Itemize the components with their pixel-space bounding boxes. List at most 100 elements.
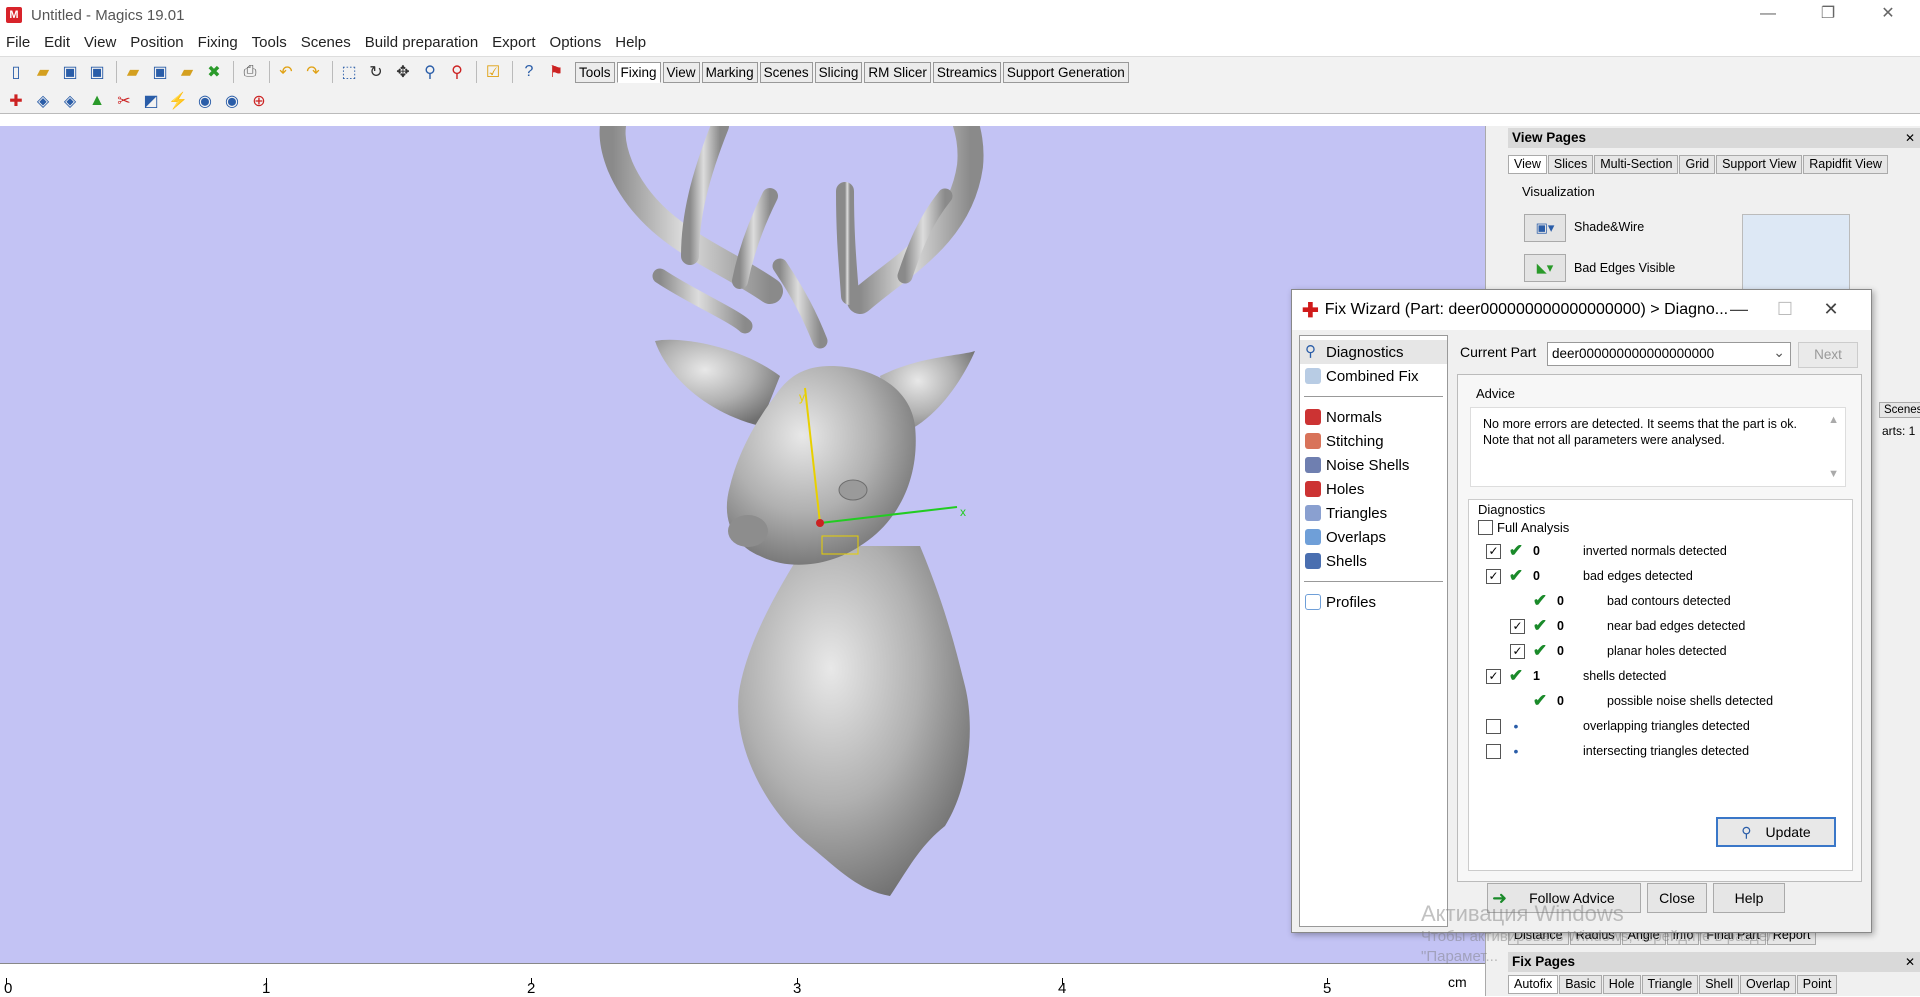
nav-normals[interactable]: Normals [1300, 405, 1447, 429]
triangle-icon[interactable]: ▲ [85, 89, 109, 113]
select-icon[interactable]: ⬚ [337, 60, 361, 84]
3d-viewport[interactable]: y x [0, 126, 1485, 963]
hole-fill-icon[interactable]: ◉ [193, 89, 217, 113]
menu-edit[interactable]: Edit [44, 34, 70, 51]
tab-hole[interactable]: Hole [1602, 975, 1641, 994]
nav-noise-shells[interactable]: Noise Shells [1300, 453, 1447, 477]
next-button[interactable]: Next [1798, 342, 1858, 368]
checklist-icon[interactable]: ☑ [481, 60, 505, 84]
tab-streamics[interactable]: Streamics [932, 61, 1001, 83]
tab-overlap[interactable]: Overlap [1740, 975, 1796, 994]
nav-holes[interactable]: Holes [1300, 477, 1447, 501]
dialog-minimize-button[interactable]: — [1716, 290, 1762, 330]
undo-icon[interactable]: ↶ [274, 60, 298, 84]
load-scene-icon[interactable]: ▰ [175, 60, 199, 84]
diagnostic-checkbox[interactable]: ✓ [1486, 668, 1501, 684]
view-cube[interactable] [1742, 214, 1850, 294]
tab-slicing[interactable]: Slicing [814, 61, 863, 83]
panel-close-icon[interactable]: ✕ [1905, 128, 1915, 148]
full-analysis-checkbox[interactable] [1478, 520, 1493, 535]
rotate-view-icon[interactable]: ↻ [364, 60, 388, 84]
save-part-icon[interactable]: ▣ [148, 60, 172, 84]
tab-autofix[interactable]: Autofix [1508, 975, 1559, 994]
bad-edges-button[interactable]: ◣▾ [1524, 254, 1566, 282]
save-all-icon[interactable]: ▣ [85, 60, 109, 84]
import-part-icon[interactable]: ▰ [121, 60, 145, 84]
tab-scenes[interactable]: Scenes [759, 61, 813, 83]
nav-shells[interactable]: Shells [1300, 549, 1447, 573]
current-part-select[interactable]: deer000000000000000000 ⌄ [1547, 342, 1791, 366]
menu-build-preparation[interactable]: Build preparation [365, 34, 478, 51]
follow-advice-button[interactable]: ➜ Follow Advice [1487, 883, 1641, 913]
menu-tools[interactable]: Tools [252, 34, 287, 51]
nav-stitching[interactable]: Stitching [1300, 429, 1447, 453]
tab-view[interactable]: View [662, 61, 700, 83]
diagnostic-checkbox[interactable]: ✓ [1510, 618, 1525, 634]
tab-vp-support-view[interactable]: Support View [1716, 155, 1803, 174]
diagnostic-checkbox[interactable]: ✓ [1486, 568, 1501, 584]
dialog-maximize-button[interactable]: ☐ [1762, 290, 1808, 330]
diagnostic-checkbox[interactable]: ✓ [1510, 643, 1525, 659]
tab-shell[interactable]: Shell [1699, 975, 1740, 994]
scroll-up-icon[interactable]: ▲ [1828, 412, 1839, 428]
shells-icon[interactable]: ◈ [58, 89, 82, 113]
diagnostic-checkbox[interactable] [1486, 743, 1501, 759]
whats-this-icon[interactable]: ⚑ [544, 60, 568, 84]
tab-triangle[interactable]: Triangle [1641, 975, 1699, 994]
tab-vp-multi-section[interactable]: Multi-Section [1594, 155, 1679, 174]
pan-view-icon[interactable]: ✥ [391, 60, 415, 84]
fix-pages-close-icon[interactable]: ✕ [1905, 952, 1915, 972]
wrap-icon[interactable]: ◉ [220, 89, 244, 113]
nav-profiles[interactable]: Profiles [1300, 590, 1447, 614]
dialog-close-button[interactable]: ✕ [1808, 290, 1854, 330]
menu-options[interactable]: Options [550, 34, 602, 51]
close-button[interactable]: Close [1647, 883, 1707, 913]
tab-rm-slicer[interactable]: RM Slicer [864, 61, 931, 83]
tab-basic[interactable]: Basic [1559, 975, 1602, 994]
help-button[interactable]: Help [1713, 883, 1785, 913]
tab-vp-grid[interactable]: Grid [1679, 155, 1716, 174]
nav-triangles[interactable]: Triangles [1300, 501, 1447, 525]
tab-tools[interactable]: Tools [575, 61, 615, 83]
fix-wizard-icon[interactable]: ✚ [4, 89, 28, 113]
menu-position[interactable]: Position [130, 34, 183, 51]
diagnostic-checkbox[interactable]: ✓ [1486, 543, 1501, 559]
scroll-down-icon[interactable]: ▼ [1828, 466, 1839, 482]
save-icon[interactable]: ▣ [58, 60, 82, 84]
tab-support-generation[interactable]: Support Generation [1002, 61, 1129, 83]
restore-button[interactable]: ❐ [1800, 0, 1856, 30]
tab-fixing[interactable]: Fixing [616, 61, 661, 83]
tab-point[interactable]: Point [1796, 975, 1838, 994]
mark-triangles-icon[interactable]: ◩ [139, 89, 163, 113]
open-folder-icon[interactable]: ▰ [31, 60, 55, 84]
delete-triangles-icon[interactable]: ✂ [112, 89, 136, 113]
new-file-icon[interactable]: ▯ [4, 60, 28, 84]
zoom-icon[interactable]: ⚲ [418, 60, 442, 84]
stitch-icon[interactable]: ⚡ [166, 89, 190, 113]
tab-vp-view[interactable]: View [1508, 155, 1547, 174]
menu-file[interactable]: File [6, 34, 30, 51]
fix-normals-icon[interactable]: ◈ [31, 89, 55, 113]
print-icon[interactable]: ⎙ [238, 60, 262, 84]
menu-export[interactable]: Export [492, 34, 535, 51]
unload-part-icon[interactable]: ✖ [202, 60, 226, 84]
tab-vp-rapidfit-view[interactable]: Rapidfit View [1803, 155, 1888, 174]
nav-overlaps[interactable]: Overlaps [1300, 525, 1447, 549]
diagnostic-checkbox[interactable] [1486, 718, 1501, 734]
help-icon[interactable]: ? [517, 60, 541, 84]
redo-icon[interactable]: ↷ [301, 60, 325, 84]
zoom-fit-icon[interactable]: ⚲ [445, 60, 469, 84]
shade-wire-button[interactable]: ▣▾ [1524, 214, 1566, 242]
close-window-button[interactable]: ✕ [1860, 0, 1916, 30]
menu-fixing[interactable]: Fixing [198, 34, 238, 51]
menu-help[interactable]: Help [615, 34, 646, 51]
menu-view[interactable]: View [84, 34, 116, 51]
minimize-button[interactable]: — [1740, 0, 1796, 30]
menu-scenes[interactable]: Scenes [301, 34, 351, 51]
tab-vp-slices[interactable]: Slices [1547, 155, 1594, 174]
nav-diagnostics[interactable]: ⚲ Diagnostics [1300, 340, 1447, 364]
update-button[interactable]: ⚲ Update [1716, 817, 1836, 847]
tab-scenes-partial[interactable]: Scenes [1879, 402, 1920, 418]
tab-marking[interactable]: Marking [701, 61, 758, 83]
nav-combined-fix[interactable]: Combined Fix [1300, 364, 1447, 388]
